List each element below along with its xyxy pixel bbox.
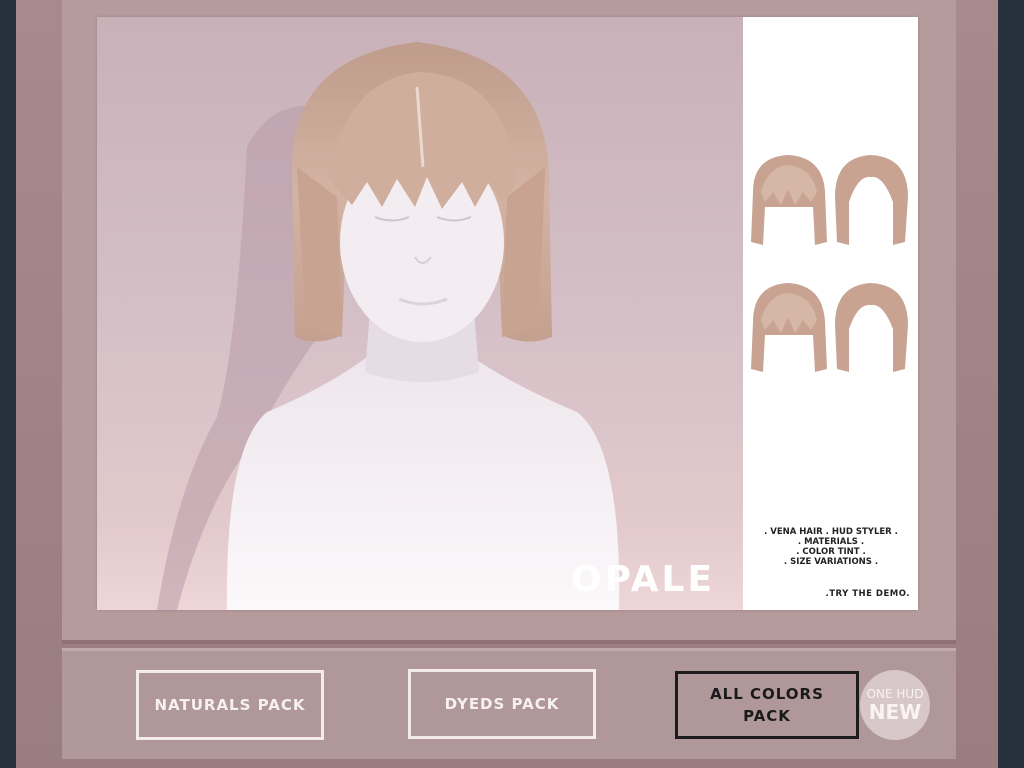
naturals-pack-label: NATURALS PACK: [154, 696, 306, 714]
feature-line: . MATERIALS .: [797, 537, 865, 547]
try-demo-note: .TRY THE DEMO.: [825, 589, 910, 599]
variation-bangs-1: [751, 155, 827, 245]
left-frame-edge: [0, 0, 16, 768]
dyeds-pack-label: DYEDS PACK: [444, 695, 560, 713]
badge-line1: ONE HUD: [866, 687, 924, 701]
badge-line2: NEW: [868, 700, 922, 724]
all-colors-label-line1: ALL COLORS: [710, 685, 824, 703]
product-poster[interactable]: OPALE . VENA HAIR . HUD STYLER . . MATER…: [97, 17, 918, 610]
feature-line: . VENA HAIR . HUD STYLER .: [764, 527, 898, 537]
all-colors-pack-button[interactable]: ALL COLORS PACK: [675, 671, 859, 739]
variation-parted-2: [835, 283, 908, 372]
one-hud-new-badge: ONE HUD NEW: [860, 670, 930, 740]
brand-name: OPALE: [571, 559, 716, 600]
style-variations-panel: . VENA HAIR . HUD STYLER . . MATERIALS .…: [743, 17, 918, 610]
model-photo: OPALE: [97, 17, 743, 610]
feature-line: . SIZE VARIATIONS .: [783, 557, 879, 567]
variation-bangs-2: [751, 283, 827, 372]
dyeds-pack-button[interactable]: DYEDS PACK: [408, 669, 596, 739]
variation-parted-1: [835, 155, 908, 245]
naturals-pack-button[interactable]: NATURALS PACK: [136, 670, 324, 740]
features-list: . VENA HAIR . HUD STYLER . . MATERIALS .…: [751, 527, 911, 567]
right-frame-edge: [998, 0, 1024, 768]
model-illustration: [157, 42, 620, 610]
hair-variations: [751, 155, 908, 372]
model-torso: [226, 357, 620, 610]
feature-line: . COLOR TINT .: [796, 547, 866, 557]
all-colors-label-line2: PACK: [743, 707, 791, 725]
